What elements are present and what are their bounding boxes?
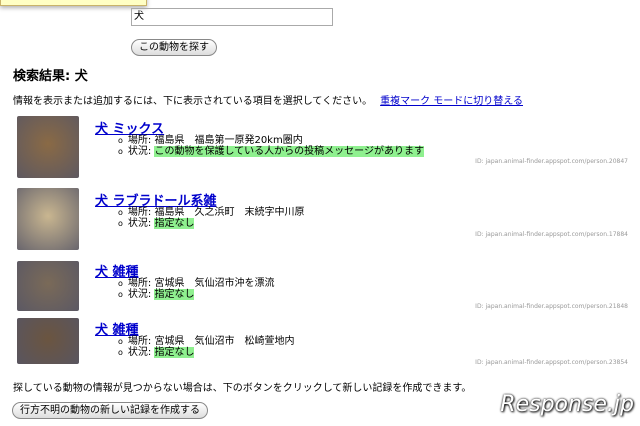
watermark: Response.jp <box>500 392 634 417</box>
status-value: 指定なし <box>154 218 195 229</box>
animal-photo[interactable] <box>17 261 79 311</box>
location: 場所: 宮城県 気仙沼市 松崎萱地内 <box>118 336 295 347</box>
animal-photo[interactable] <box>17 188 79 250</box>
status-label: 状況: <box>127 289 155 300</box>
result-details: 場所: 福島県 福島第一原発20km圏内 状況: この動物を保護している人からの… <box>118 135 424 157</box>
status: 状況: 指定なし <box>118 289 274 300</box>
status-value: 指定なし <box>154 289 195 300</box>
result-details: 場所: 宮城県 気仙沼市沖を漂流 状況: 指定なし <box>118 278 274 300</box>
animal-photo[interactable] <box>17 116 79 178</box>
create-record-button[interactable]: 行方不明の動物の新しい記録を作成する <box>12 402 208 419</box>
status-value: この動物を保護している人からの投稿メッセージがあります <box>154 146 424 157</box>
status-label: 状況: <box>127 218 155 229</box>
result-details: 場所: 宮城県 気仙沼市 松崎萱地内 状況: 指定なし <box>118 336 294 358</box>
status-label: 状況: <box>127 347 155 358</box>
location: 場所: 宮城県 気仙沼市沖を漂流 <box>118 278 275 289</box>
instruction-text: 情報を表示または追加するには、下に表示されている項目を選択してください。 <box>13 96 373 107</box>
location: 場所: 福島県 久之浜町 末続字中川原 <box>118 207 305 218</box>
page-title: 検索結果: 犬 <box>13 69 88 84</box>
status: 状況: この動物を保護している人からの投稿メッセージがあります <box>118 146 424 157</box>
status-value: 指定なし <box>154 347 195 358</box>
footer-text: 探している動物の情報が見つからない場合は、下のボタンをクリックして新しい記録を作… <box>13 383 472 394</box>
status: 状況: 指定なし <box>118 218 304 229</box>
record-id: ID: japan.animal-finder.appspot.com/pers… <box>475 303 628 310</box>
result-details: 場所: 福島県 久之浜町 末続字中川原 状況: 指定なし <box>118 207 304 229</box>
status: 状況: 指定なし <box>118 347 294 358</box>
duplicate-mode-link[interactable]: 重複マーク モードに切り替える <box>380 96 523 107</box>
animal-photo[interactable] <box>17 318 79 364</box>
status-label: 状況: <box>127 146 155 157</box>
search-button[interactable]: この動物を探す <box>131 39 217 56</box>
location: 場所: 福島県 福島第一原発20km圏内 <box>118 135 424 146</box>
instruction: 情報を表示または追加するには、下に表示されている項目を選択してください。 重複マー… <box>13 92 523 107</box>
record-id: ID: japan.animal-finder.appspot.com/pers… <box>475 359 628 366</box>
record-id: ID: japan.animal-finder.appspot.com/pers… <box>475 158 628 165</box>
tooltip <box>0 0 147 6</box>
record-id: ID: japan.animal-finder.appspot.com/pers… <box>475 231 628 238</box>
search-input[interactable]: 犬 <box>131 8 333 26</box>
